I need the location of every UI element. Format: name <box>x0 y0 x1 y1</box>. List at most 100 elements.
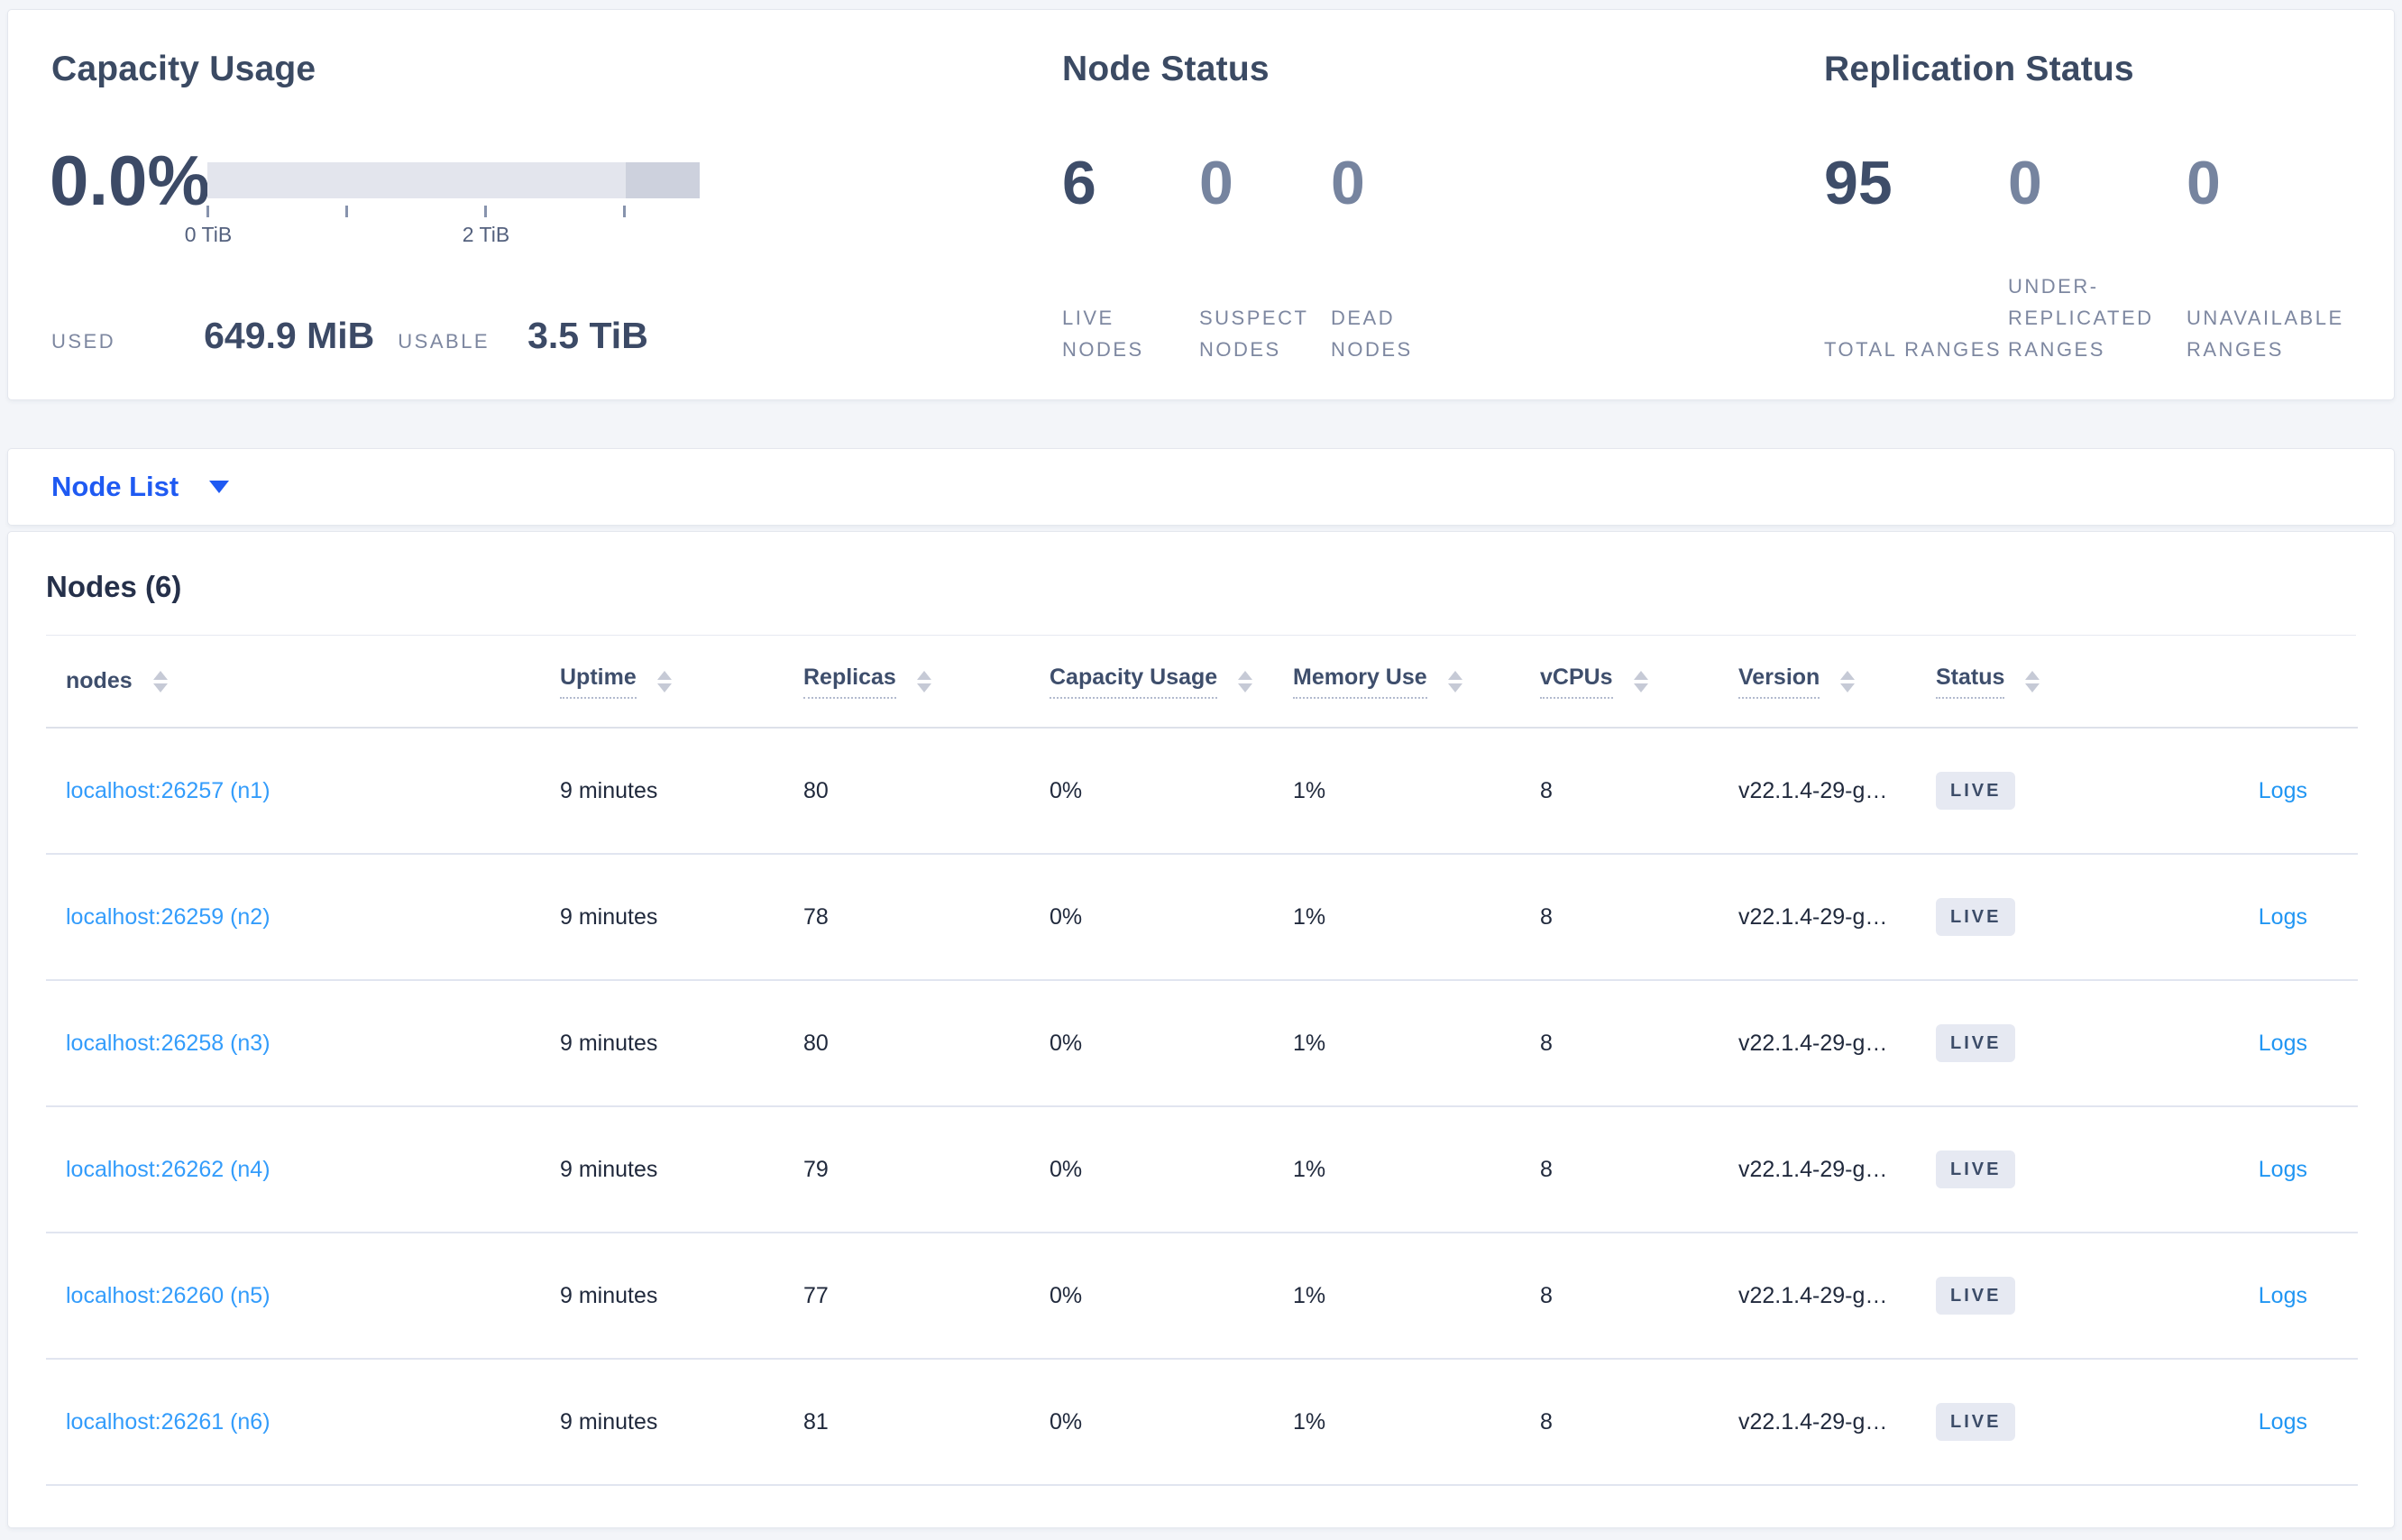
logs-link[interactable]: Logs <box>2259 778 2307 803</box>
uptime-cell: 9 minutes <box>560 1282 658 1308</box>
vcpus-cell-cell: 8 <box>1540 1106 1738 1233</box>
replication-status-title: Replication Status <box>1824 50 2134 88</box>
column-header-nodes[interactable]: nodes <box>46 636 560 729</box>
memory-use-cell-cell: 1% <box>1293 1233 1540 1360</box>
column-label: Status <box>1936 665 2005 699</box>
node-link[interactable]: localhost:26260 (n5) <box>66 1283 270 1308</box>
version-cell: v22.1.4-29-g… <box>1738 1156 1888 1182</box>
logs-link[interactable]: Logs <box>2259 1157 2307 1182</box>
version-cell-cell: v22.1.4-29-g… <box>1738 1106 1936 1233</box>
node-link[interactable]: localhost:26261 (n6) <box>66 1409 270 1435</box>
sort-icon[interactable] <box>152 670 168 692</box>
nodes-table-heading: Nodes (6) <box>46 570 182 603</box>
capacity-usage-cell: 0% <box>1050 1282 1083 1308</box>
capacity-usage-cell: 0% <box>1050 777 1083 803</box>
column-label: Memory Use <box>1293 665 1427 699</box>
capacity-usage-cell-cell: 0% <box>1050 1359 1293 1486</box>
replicas-cell: 80 <box>803 1030 829 1056</box>
node-status-stats: 6 LIVE NODES 0 SUSPECT NODES 0 DEAD NODE… <box>1062 152 1484 365</box>
status-badge-cell: LIVE <box>1936 728 2143 855</box>
version-cell-cell: v22.1.4-29-g… <box>1738 1233 1936 1360</box>
memory-use-cell-cell: 1% <box>1293 980 1540 1107</box>
uptime-cell: 9 minutes <box>560 1156 658 1182</box>
node-link[interactable]: localhost:26257 (n1) <box>66 778 270 803</box>
sort-icon[interactable] <box>1633 670 1648 692</box>
logs-link-cell: Logs <box>2143 980 2358 1107</box>
replicas-cell: 78 <box>803 903 829 930</box>
sort-icon[interactable] <box>1447 670 1462 692</box>
capacity-usage-cell-cell: 0% <box>1050 1233 1293 1360</box>
capacity-bar-dark-segment <box>626 162 700 198</box>
column-label: nodes <box>66 668 133 694</box>
node-link-cell: localhost:26260 (n5) <box>46 1233 560 1360</box>
uptime-cell-cell: 9 minutes <box>560 980 803 1107</box>
replicas-cell-cell: 80 <box>803 980 1050 1107</box>
cluster-overview-card: Capacity Usage 0.0% 0 TiB 2 TiB USED 649… <box>7 9 2395 400</box>
column-header-logs <box>2143 636 2358 729</box>
capacity-usage-bar <box>207 162 700 198</box>
vcpus-cell-cell: 8 <box>1540 1359 1738 1486</box>
view-selector-bar: Node List <box>7 448 2395 526</box>
axis-tick-label: 0 TiB <box>184 223 233 246</box>
uptime-cell: 9 minutes <box>560 903 658 930</box>
vcpus-cell: 8 <box>1540 903 1553 930</box>
version-cell-cell: v22.1.4-29-g… <box>1738 728 1936 855</box>
axis-tick <box>345 206 348 217</box>
suspect-nodes-stat: 0 SUSPECT NODES <box>1199 152 1331 365</box>
logs-link-cell: Logs <box>2143 1106 2358 1233</box>
column-header-status[interactable]: Status <box>1936 636 2143 729</box>
sort-icon[interactable] <box>2025 670 2040 692</box>
status-badge-cell: LIVE <box>1936 854 2143 981</box>
node-list-dropdown[interactable]: Node List <box>51 471 179 503</box>
logs-link[interactable]: Logs <box>2259 1409 2307 1435</box>
capacity-summary: USED 649.9 MiB USABLE 3.5 TiB <box>51 315 648 357</box>
column-header-capacity-usage[interactable]: Capacity Usage <box>1050 636 1293 729</box>
logs-link[interactable]: Logs <box>2259 1283 2307 1308</box>
logs-link-cell: Logs <box>2143 854 2358 981</box>
table-header-row: nodes Uptime Replicas Capacity Usage Mem… <box>46 636 2358 729</box>
sort-icon[interactable] <box>656 670 672 692</box>
logs-link-cell: Logs <box>2143 1359 2358 1486</box>
caret-down-icon[interactable] <box>209 481 230 493</box>
version-cell: v22.1.4-29-g… <box>1738 1408 1888 1435</box>
replicas-cell-cell: 78 <box>803 854 1050 981</box>
column-label: Version <box>1738 665 1820 699</box>
logs-link-cell: Logs <box>2143 728 2358 855</box>
node-link[interactable]: localhost:26258 (n3) <box>66 1031 270 1056</box>
sort-icon[interactable] <box>1238 670 1253 692</box>
used-label: USED <box>51 330 116 353</box>
replication-status-stats: 95 TOTAL RANGES 0 UNDER-REPLICATED RANGE… <box>1824 152 2380 365</box>
version-cell-cell: v22.1.4-29-g… <box>1738 854 1936 981</box>
column-header-replicas[interactable]: Replicas <box>803 636 1050 729</box>
logs-link[interactable]: Logs <box>2259 1031 2307 1056</box>
capacity-usage-cell-cell: 0% <box>1050 854 1293 981</box>
node-status-title: Node Status <box>1062 50 1270 88</box>
column-header-memory-use[interactable]: Memory Use <box>1293 636 1540 729</box>
logs-link[interactable]: Logs <box>2259 904 2307 930</box>
capacity-usage-cell-cell: 0% <box>1050 980 1293 1107</box>
logs-link-cell: Logs <box>2143 1233 2358 1360</box>
column-header-version[interactable]: Version <box>1738 636 1936 729</box>
vcpus-cell: 8 <box>1540 777 1553 803</box>
nodes-table-card: Nodes (6) nodes Uptime Replicas Capacity… <box>7 531 2395 1528</box>
axis-tick-label: 2 TiB <box>462 223 510 246</box>
column-header-vcpus[interactable]: vCPUs <box>1540 636 1738 729</box>
node-link[interactable]: localhost:26259 (n2) <box>66 904 270 930</box>
under-replicated-label: UNDER-REPLICATED RANGES <box>2008 275 2154 361</box>
vcpus-cell-cell: 8 <box>1540 980 1738 1107</box>
usable-label: USABLE <box>398 330 490 353</box>
sort-icon[interactable] <box>916 670 931 692</box>
status-badge: LIVE <box>1936 1277 2016 1315</box>
sort-icon[interactable] <box>1840 670 1856 692</box>
replicas-cell: 77 <box>803 1282 829 1308</box>
replicas-cell: 79 <box>803 1156 829 1182</box>
column-header-uptime[interactable]: Uptime <box>560 636 803 729</box>
uptime-cell-cell: 9 minutes <box>560 1359 803 1486</box>
axis-tick <box>206 206 209 217</box>
node-link[interactable]: localhost:26262 (n4) <box>66 1157 270 1182</box>
vcpus-cell-cell: 8 <box>1540 854 1738 981</box>
suspect-nodes-label: SUSPECT NODES <box>1199 307 1309 361</box>
under-replicated-value: 0 <box>2008 149 2042 217</box>
unavailable-ranges-stat: 0 UNAVAILABLE RANGES <box>2187 152 2380 365</box>
uptime-cell-cell: 9 minutes <box>560 1106 803 1233</box>
